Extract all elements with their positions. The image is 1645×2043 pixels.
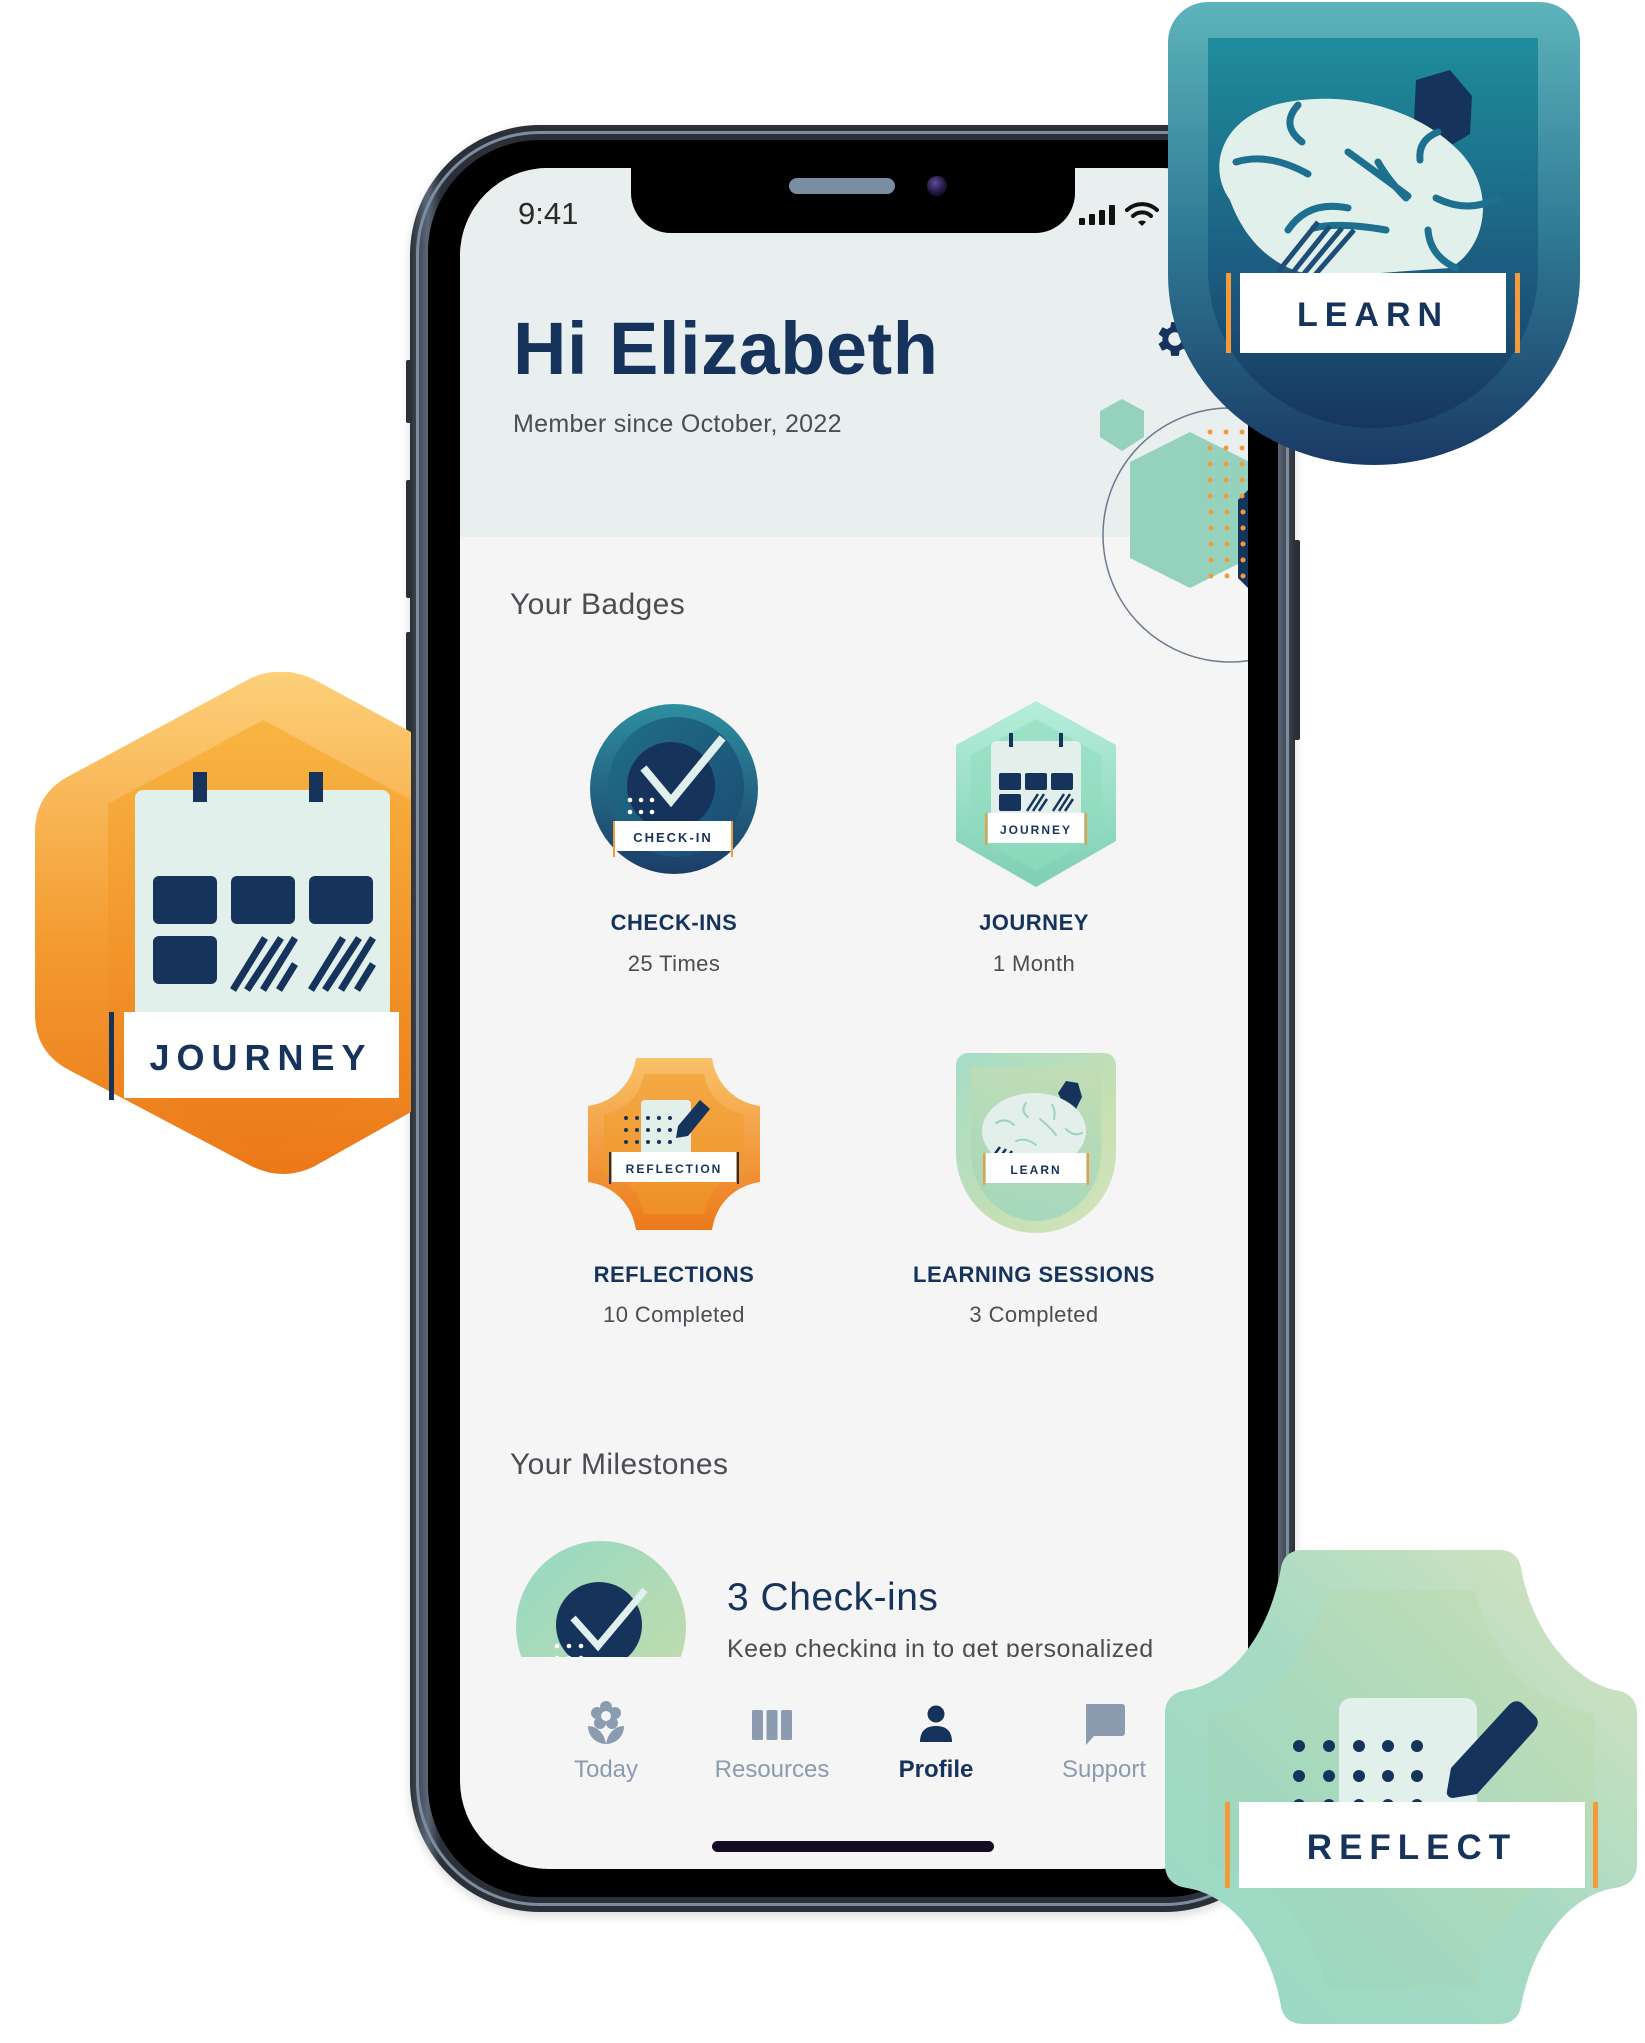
learn-badge-large: LEARN [1168,2,1580,465]
reflect-badge-large: REFLECT [1165,1550,1637,2024]
badge-value: 3 Completed [969,1302,1099,1327]
tab-label: Profile [898,1756,974,1783]
milestone-item[interactable]: 3 Check-ins Keep checking in to get pers… [460,1518,1248,1657]
check-in-emblem-label: CHECK-IN [633,830,713,845]
tab-label: Support [1061,1756,1147,1783]
phone-speaker [789,178,895,194]
wifi-icon [1125,202,1159,226]
home-indicator [712,1841,994,1852]
check-badge-icon: CHECK-IN [590,704,758,874]
bottom-tab-bar: Today Resources Profile Support [460,1688,1248,1808]
flower-icon [588,1701,624,1744]
milestone-title: 3 Check-ins [727,1576,939,1619]
tab-label: Today [573,1756,639,1783]
mute-switch [406,360,412,423]
badge-journey[interactable]: JOURNEY JOURNEY 1 Month [874,701,1194,976]
learn-emblem-label: LEARN [1010,1163,1061,1177]
badge-name: LEARNING SESSIONS [913,1262,1155,1287]
milestone-description: Keep checking in to get personalized [727,1635,1154,1657]
badge-learning-sessions[interactable]: LEARN LEARNING SESSIONS 3 Completed [874,1053,1194,1327]
badge-check-ins[interactable]: CHECK-IN CHECK-INS 25 Times [514,703,834,976]
power-button [1294,540,1300,740]
milestones-section-title: Your Milestones [510,1448,729,1481]
reflection-badge-icon: REFLECTION [588,1058,760,1230]
badge-value: 25 Times [627,951,721,976]
tab-label: Resources [714,1756,830,1783]
person-icon [920,1705,952,1742]
app-screen: 9:41 Hi Elizabeth Member since October, … [460,168,1248,1869]
member-since-text: Member since October, 2022 [513,410,842,438]
badge-name: REFLECTIONS [593,1262,755,1287]
badge-name: JOURNEY [979,910,1089,935]
chat-bubble-icon [1086,1704,1125,1745]
calendar-badge-icon: JOURNEY [956,701,1116,887]
badges-section-title: Your Badges [510,588,686,621]
reflection-emblem-label: REFLECTION [626,1162,723,1176]
books-icon [752,1710,792,1740]
greeting-title: Hi Elizabeth [513,307,939,390]
journey-badge-large: JOURNEY [35,672,411,1174]
learn-badge-label: LEARN [1297,296,1449,334]
phone-camera [927,176,947,196]
milestone-check-badge-icon [516,1541,686,1657]
journey-badge-label: JOURNEY [149,1037,372,1078]
journey-emblem-label: JOURNEY [1000,823,1072,837]
brain-badge-icon: LEARN [956,1053,1116,1233]
reflect-badge-label: REFLECT [1307,1828,1517,1867]
milestones-list: 3 Check-ins Keep checking in to get pers… [460,1518,1248,1657]
badge-reflections[interactable]: REFLECTION REFLECTIONS 10 Completed [514,1056,834,1327]
badge-value: 10 Completed [603,1302,745,1327]
signal-icon [1079,205,1115,225]
badge-name: CHECK-INS [610,910,738,935]
status-time: 9:41 [518,196,579,231]
badge-value: 1 Month [992,951,1076,976]
volume-up-button [406,480,412,598]
